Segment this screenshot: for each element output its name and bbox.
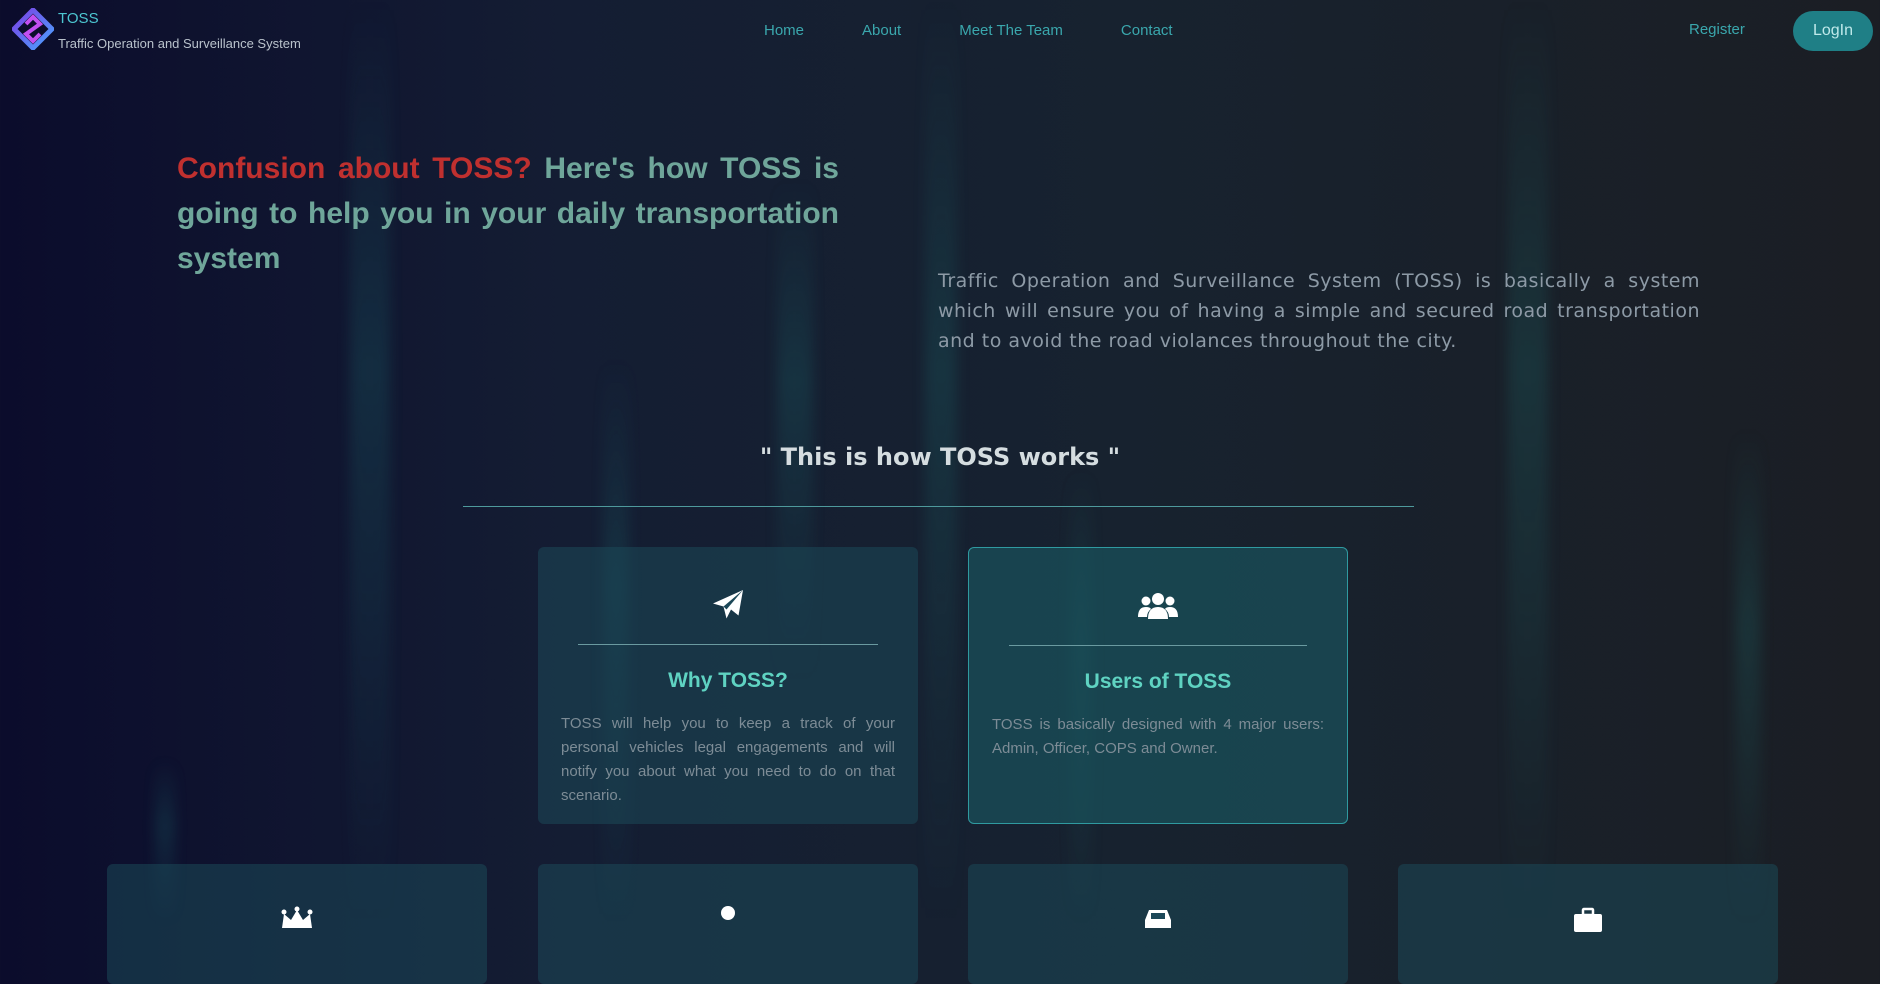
login-button[interactable]: LogIn (1793, 11, 1873, 51)
users-icon (969, 588, 1347, 628)
register-link[interactable]: Register (1689, 21, 1745, 38)
person-icon (538, 906, 918, 946)
card-text: TOSS will help you to keep a track of yo… (561, 715, 895, 804)
nav-link-contact[interactable]: Contact (1121, 22, 1173, 39)
card-officer[interactable] (538, 864, 918, 984)
card-admin[interactable] (107, 864, 487, 984)
card-text: TOSS is basically designed with 4 major … (992, 716, 1324, 757)
hero-description: Traffic Operation and Surveillance Syste… (938, 270, 1700, 352)
hero-heading-highlight: Confusion about TOSS? (177, 152, 532, 185)
card-title: Users of TOSS (1084, 670, 1232, 693)
crown-icon (107, 906, 487, 946)
toss-logo[interactable] (10, 6, 56, 52)
card-users-of-toss[interactable]: Users of TOSS TOSS is basically designed… (968, 547, 1348, 824)
top-navbar: TOSS Traffic Operation and Surveillance … (0, 0, 1880, 64)
section-divider (463, 506, 1414, 507)
card-title: Why TOSS? (668, 669, 788, 692)
card-divider (1009, 645, 1307, 646)
card-divider (578, 644, 878, 645)
hero-heading: Confusion about TOSS? Here's how TOSS is… (177, 146, 839, 281)
main-menu: Home About Meet The Team Contact (764, 22, 1231, 39)
card-owner[interactable] (1398, 864, 1778, 984)
nav-link-home[interactable]: Home (764, 22, 804, 39)
brand-subtitle: Traffic Operation and Surveillance Syste… (58, 36, 301, 51)
nav-link-about[interactable]: About (862, 22, 901, 39)
brand-title[interactable]: TOSS (58, 10, 99, 27)
card-cops[interactable] (968, 864, 1348, 984)
briefcase-icon (1398, 906, 1778, 946)
section-title: " This is how TOSS works " (759, 443, 1121, 471)
background-glow (1735, 430, 1761, 923)
nav-link-meet-the-team[interactable]: Meet The Team (959, 22, 1063, 39)
car-icon (968, 906, 1348, 946)
paper-plane-icon (538, 587, 918, 627)
card-why-toss[interactable]: Why TOSS? TOSS will help you to keep a t… (538, 547, 918, 824)
